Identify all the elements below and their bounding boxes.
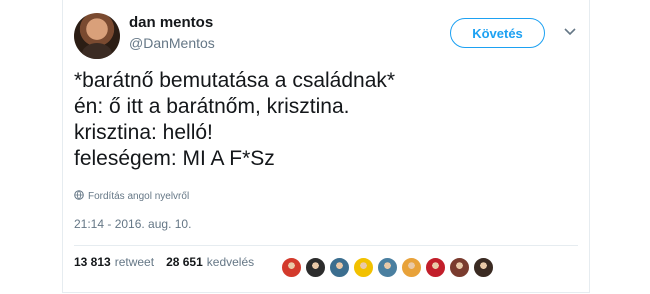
liker-avatar[interactable] — [401, 257, 422, 278]
follow-button[interactable]: Követés — [450, 18, 545, 48]
like-label[interactable]: kedvelés — [207, 255, 254, 269]
liker-avatar[interactable] — [353, 257, 374, 278]
chevron-down-icon[interactable] — [563, 25, 577, 39]
liker-avatars — [281, 257, 494, 278]
retweet-label[interactable]: retweet — [115, 255, 154, 269]
liker-avatar[interactable] — [305, 257, 326, 278]
tweet-stats: 13 813 retweet 28 651 kedvelés — [74, 255, 254, 269]
divider — [74, 245, 578, 246]
tweet-text-line: feleségem: MI A F*Sz — [74, 147, 275, 170]
tweet-text-line: krisztina: helló! — [74, 121, 213, 144]
liker-avatar[interactable] — [377, 257, 398, 278]
translate-label: Fordítás angol nyelvről — [88, 191, 190, 202]
tweet-text-line: *barátnő bemutatása a családnak* — [74, 69, 396, 92]
timestamp[interactable]: 21:14 - 2016. aug. 10. — [74, 217, 191, 231]
liker-avatar[interactable] — [449, 257, 470, 278]
liker-avatar[interactable] — [425, 257, 446, 278]
username[interactable]: @DanMentos — [129, 35, 215, 51]
translate-link[interactable]: Fordítás angol nyelvről — [74, 190, 189, 203]
retweet-count[interactable]: 13 813 — [74, 255, 111, 269]
liker-avatar[interactable] — [281, 257, 302, 278]
liker-avatar[interactable] — [329, 257, 350, 278]
tweet-text-line: én: ő itt a barátnőm, krisztina. — [74, 95, 350, 118]
tweet-text: *barátnő bemutatása a családnak* én: ő i… — [74, 68, 574, 172]
tweet-card: dan mentos @DanMentos Követés *barátnő b… — [62, 0, 590, 293]
display-name[interactable]: dan mentos — [129, 14, 213, 31]
avatar[interactable] — [74, 13, 120, 59]
liker-avatar[interactable] — [473, 257, 494, 278]
globe-icon — [74, 190, 84, 203]
like-count[interactable]: 28 651 — [166, 255, 203, 269]
